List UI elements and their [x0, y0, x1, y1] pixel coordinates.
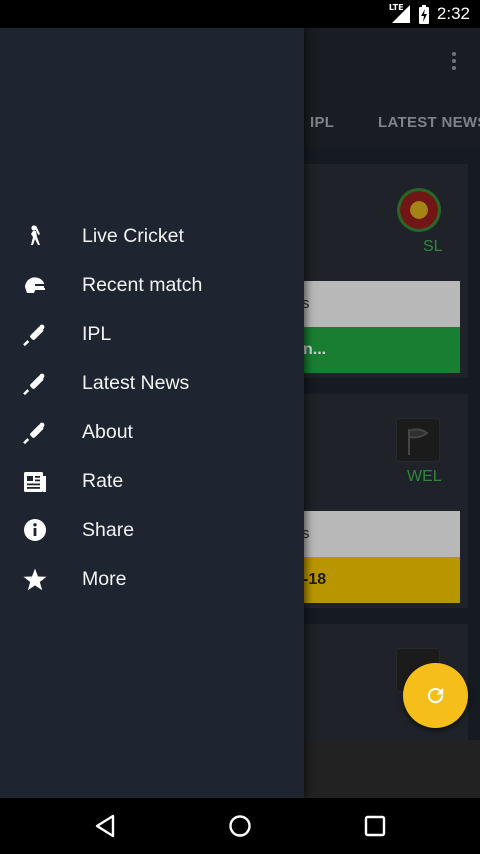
- drawer-item-label: More: [82, 568, 127, 590]
- navigation-drawer: Live Cricket Recent match IPL Latest New…: [0, 28, 304, 798]
- refresh-icon: [427, 687, 444, 704]
- system-navigation-bar: [0, 798, 480, 854]
- signal-icon: LTE: [389, 3, 411, 24]
- bat-ball-icon: [23, 422, 45, 445]
- star-icon: [23, 568, 47, 591]
- drawer-item-more[interactable]: More: [0, 555, 304, 604]
- drawer-item-latest-news[interactable]: Latest News: [0, 359, 304, 408]
- drawer-item-label: Latest News: [82, 372, 190, 394]
- drawer-item-share[interactable]: Share: [0, 506, 304, 555]
- news-icon: [24, 472, 46, 492]
- drawer-item-label: Recent match: [82, 274, 203, 296]
- back-icon[interactable]: [93, 812, 121, 840]
- clock: 2:32: [436, 4, 470, 23]
- drawer-item-about[interactable]: About: [0, 408, 304, 457]
- bat-ball-icon: [23, 324, 45, 347]
- status-bar: LTE 2:32: [0, 0, 480, 28]
- drawer-item-label: About: [82, 421, 133, 443]
- battery-icon: [418, 4, 429, 24]
- drawer-item-label: Live Cricket: [82, 225, 184, 247]
- recent-apps-icon[interactable]: [361, 812, 389, 840]
- drawer-item-ipl[interactable]: IPL: [0, 310, 304, 359]
- drawer-item-label: Rate: [82, 470, 124, 492]
- info-icon: [24, 519, 46, 541]
- drawer-item-rate[interactable]: Rate: [0, 457, 304, 506]
- batsman-icon: [31, 225, 41, 245]
- bat-ball-icon: [23, 373, 45, 396]
- drawer-item-recent-match[interactable]: Recent match: [0, 261, 304, 310]
- home-icon[interactable]: [226, 812, 254, 840]
- helmet-icon: [25, 277, 45, 293]
- refresh-button[interactable]: [403, 663, 468, 728]
- drawer-item-label: Share: [82, 519, 135, 541]
- drawer-item-live-cricket[interactable]: Live Cricket: [0, 212, 304, 261]
- drawer-item-label: IPL: [82, 323, 112, 345]
